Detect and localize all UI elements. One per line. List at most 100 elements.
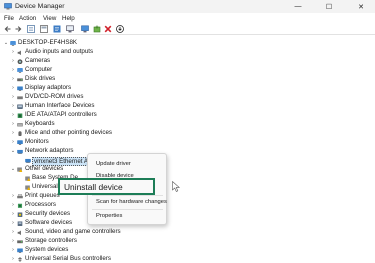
tree-item-label: Print queues [25, 192, 60, 199]
display-adaptor-icon [17, 86, 23, 91]
minimize-button[interactable]: — [287, 0, 309, 13]
chevron-right-icon[interactable]: › [10, 102, 16, 111]
chevron-right-icon[interactable]: › [10, 255, 16, 263]
chevron-right-icon[interactable]: › [10, 201, 16, 210]
tree-item-sound-video[interactable]: › Sound, video and game controllers [0, 228, 375, 237]
monitor-icon[interactable] [81, 25, 89, 33]
warning-device-icon [17, 167, 23, 173]
title-bar: Device Manager — ☐ ✕ [0, 0, 375, 13]
chevron-right-icon[interactable]: › [10, 192, 16, 201]
menu-view[interactable]: View [43, 15, 56, 22]
forward-arrow-icon[interactable] [14, 25, 22, 33]
tree-item-storage-controllers[interactable]: › Storage controllers [0, 237, 375, 246]
menu-bar: File Action View Help [0, 13, 375, 23]
camera-icon [17, 58, 23, 64]
menu-item-properties[interactable]: Properties [96, 212, 122, 220]
chevron-right-icon[interactable]: › [10, 138, 16, 147]
chevron-right-icon[interactable]: › [10, 246, 16, 255]
tree-item-disk-drives[interactable]: › Disk drives [0, 75, 375, 84]
tree-root-row[interactable]: ⌄ DESKTOP-EF4HS8K [0, 39, 375, 48]
tree-item-computer[interactable]: › Computer [0, 66, 375, 75]
dvd-drive-icon [17, 95, 23, 99]
tree-item-label: DVD/CD-ROM drives [25, 93, 84, 100]
download-icon[interactable] [116, 25, 124, 33]
chevron-right-icon[interactable]: › [10, 228, 16, 237]
tree-item-label: Computer [25, 66, 53, 73]
warning-device-icon [25, 185, 31, 191]
chevron-right-icon[interactable]: › [10, 57, 16, 66]
menu-item-scan-hardware[interactable]: Scan for hardware changes [96, 198, 167, 206]
tree-item-label: Display adaptors [25, 84, 72, 91]
tree-item-label: Audio inputs and outputs [25, 48, 94, 55]
tree-item-universal-serial[interactable]: Universal Serial [0, 183, 375, 192]
tree-item-cameras[interactable]: › Cameras [0, 57, 375, 66]
menu-item-update-driver[interactable]: Update driver [96, 160, 131, 168]
system-device-icon [17, 248, 23, 253]
device-tree: ⌄ DESKTOP-EF4HS8K › Audio inputs and out… [0, 36, 375, 263]
close-button[interactable]: ✕ [350, 0, 372, 13]
uninstall-device-label: Uninstall device [64, 182, 123, 192]
chevron-right-icon[interactable]: › [10, 129, 16, 138]
tree-item-keyboards[interactable]: › Keyboards [0, 120, 375, 129]
tree-item-label: Network adaptors [25, 147, 74, 154]
tree-item-ide[interactable]: › IDE ATA/ATAPI controllers [0, 111, 375, 120]
tree-item-mice[interactable]: › Mice and other pointing devices [0, 129, 375, 138]
tree-item-usb-controllers[interactable]: › Universal Serial Bus controllers [0, 255, 375, 263]
tree-item-label: IDE ATA/ATAPI controllers [25, 111, 97, 118]
chevron-right-icon[interactable]: › [10, 210, 16, 219]
chevron-right-icon[interactable]: › [10, 48, 16, 57]
tree-root-label: DESKTOP-EF4HS8K [18, 39, 78, 46]
tree-item-base-system[interactable]: Base System De [0, 174, 375, 183]
tree-item-security-devices[interactable]: › Security devices [0, 210, 375, 219]
chevron-down-icon[interactable]: ⌄ [10, 147, 16, 156]
menu-action[interactable]: Action [19, 15, 36, 22]
monitor-icon [17, 139, 23, 145]
chevron-right-icon[interactable]: › [10, 120, 16, 129]
tree-item-display-adaptors[interactable]: › Display adaptors [0, 84, 375, 93]
chevron-down-icon[interactable]: ⌄ [3, 39, 9, 48]
tree-item-system-devices[interactable]: › System devices [0, 246, 375, 255]
tree-item-software-devices[interactable]: › Software devices [0, 219, 375, 228]
tree-item-label: Mice and other pointing devices [25, 129, 113, 136]
uninstall-x-icon[interactable] [104, 25, 112, 33]
scan-computer-icon[interactable] [66, 25, 74, 33]
toolbar [0, 23, 375, 35]
menu-item-uninstall-device[interactable]: Uninstall device [58, 178, 155, 195]
security-device-icon [17, 212, 23, 217]
back-arrow-icon[interactable] [4, 25, 12, 33]
chevron-right-icon[interactable]: › [10, 84, 16, 93]
tree-item-dvd-drives[interactable]: › DVD/CD-ROM drives [0, 93, 375, 102]
tree-item-label: Storage controllers [25, 237, 77, 244]
usb-icon [18, 256, 22, 262]
add-device-icon[interactable] [93, 25, 101, 33]
network-adaptor-icon [17, 149, 23, 154]
menu-help[interactable]: Help [62, 15, 75, 22]
chevron-right-icon[interactable]: › [10, 219, 16, 228]
tree-item-print-queues[interactable]: › Print queues [0, 192, 375, 201]
tree-item-audio[interactable]: › Audio inputs and outputs [0, 48, 375, 57]
chevron-right-icon[interactable]: › [10, 93, 16, 102]
tree-item-hid[interactable]: › Human Interface Devices [0, 102, 375, 111]
menu-file[interactable]: File [4, 15, 14, 22]
chevron-down-icon[interactable]: ⌄ [10, 165, 16, 174]
tree-item-label: System devices [25, 246, 69, 253]
tree-item-label: Cameras [25, 57, 51, 64]
chevron-right-icon[interactable]: › [10, 75, 16, 84]
chevron-right-icon[interactable]: › [10, 66, 16, 75]
help-icon[interactable] [40, 25, 48, 33]
driver-icon[interactable] [53, 25, 61, 33]
chevron-right-icon[interactable]: › [10, 111, 16, 120]
tree-item-vmxnet3[interactable]: vmxnet3 Ethernet Adapter [0, 156, 375, 166]
software-device-icon [17, 221, 23, 226]
processor-icon [17, 203, 23, 208]
maximize-button[interactable]: ☐ [318, 0, 340, 13]
chevron-right-icon[interactable]: › [10, 237, 16, 246]
tree-item-monitors[interactable]: › Monitors [0, 138, 375, 147]
tree-item-processors[interactable]: › Processors [0, 201, 375, 210]
disk-drive-icon [17, 77, 23, 81]
computer-icon [17, 67, 23, 73]
tree-item-network-adaptors[interactable]: ⌄ Network adaptors [0, 147, 375, 156]
tree-item-other-devices[interactable]: ⌄ Other devices [0, 165, 375, 174]
properties-grid-icon[interactable] [27, 25, 35, 33]
tree-item-label: Sound, video and game controllers [25, 228, 121, 235]
